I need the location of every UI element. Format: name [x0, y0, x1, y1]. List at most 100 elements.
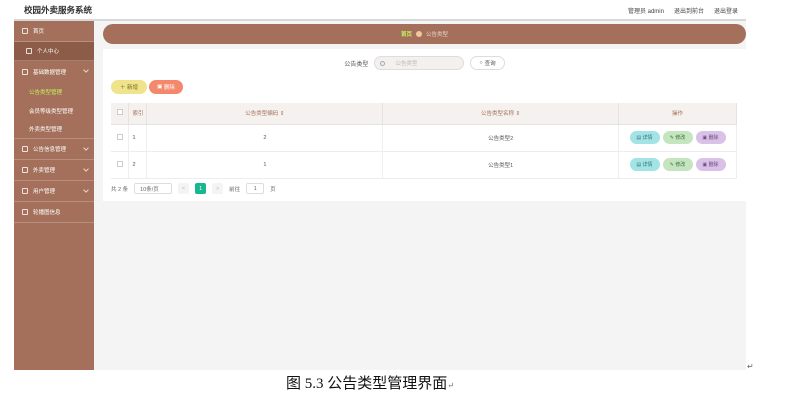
sidebar-subitem-takeout-type[interactable]: 外卖类型管理: [14, 120, 94, 139]
row-checkbox[interactable]: [111, 151, 130, 179]
page-size-value: 10条/页: [140, 186, 159, 193]
query-button[interactable]: ○ 查询: [470, 56, 505, 70]
sidebar: 首页 个人中心 基础数据管理 公告类型管理 会员等级类型管理 外卖类型管理 公告…: [14, 21, 94, 370]
app-screenshot: 校园外卖服务系统 管理员 admin 退出到前台 退出登录 首页 个人中心 基础…: [14, 0, 746, 370]
detail-button-label: 详情: [642, 162, 653, 168]
breadcrumb-current: 公告类型: [426, 32, 449, 38]
checkbox-icon: [116, 133, 123, 140]
app-title: 校园外卖服务系统: [24, 5, 93, 15]
column-header-operation: 操作: [618, 103, 737, 125]
grid-icon: [22, 68, 28, 75]
user-icon: [26, 48, 32, 54]
column-header-code[interactable]: 公告类型编码 ⇕: [146, 103, 384, 125]
notice-type-table: 索引 公告类型编码 ⇕ 公告类型名称 ⇕ 操作 1 2 公告类型2 ▤ 详情 ✎…: [111, 103, 737, 179]
pencil-icon: ✎: [669, 161, 674, 168]
sidebar-item-label: 外卖管理: [33, 168, 56, 174]
figure-caption: 图 5.3 公告类型管理界面↵: [286, 372, 454, 393]
logout-link[interactable]: 退出登录: [714, 6, 738, 15]
goto-page-input[interactable]: 1: [246, 183, 265, 194]
row-code: 2: [146, 124, 384, 152]
sidebar-item-home[interactable]: 首页: [14, 21, 94, 42]
select-all-checkbox[interactable]: [111, 103, 130, 125]
breadcrumb: 首页 公告类型: [103, 24, 746, 44]
sidebar-item-basic-data[interactable]: 基础数据管理: [14, 61, 94, 82]
delete-button[interactable]: ▣ 删除: [695, 158, 726, 171]
edit-button-label: 修改: [675, 162, 686, 168]
column-header-name[interactable]: 公告类型名称 ⇕: [382, 103, 619, 125]
sidebar-subitem-member-level[interactable]: 会员等级类型管理: [14, 101, 94, 120]
breadcrumb-home[interactable]: 首页: [401, 30, 412, 38]
detail-button[interactable]: ▤ 详情: [629, 158, 660, 171]
caption-return-mark: ↵: [447, 381, 454, 390]
sidebar-item-label: 公告信息管理: [33, 147, 67, 153]
row-name: 公告类型2: [382, 124, 619, 152]
trash-icon: ▣: [702, 134, 708, 141]
sidebar-subitem-notice-type[interactable]: 公告类型管理: [14, 82, 94, 101]
page-number-current[interactable]: 1: [195, 183, 207, 194]
detail-button[interactable]: ▤ 详情: [629, 131, 660, 144]
search-label: 公告类型: [344, 61, 369, 68]
add-button-label: 新增: [127, 85, 139, 91]
chevron-down-icon: [83, 187, 89, 193]
go-frontend-link[interactable]: 退出到前台: [674, 6, 704, 15]
home-icon: [22, 28, 28, 34]
column-header-label: 公告类型编码: [245, 111, 279, 118]
table-row: 1 2 公告类型2 ▤ 详情 ✎ 修改 ▣ 删除: [111, 124, 737, 152]
action-row: ＋ 新增 ▣ 删除: [111, 80, 183, 94]
plus-icon: ＋: [119, 85, 126, 91]
top-bar: 校园外卖服务系统 管理员 admin 退出到前台 退出登录: [14, 0, 746, 21]
next-page-button[interactable]: >: [212, 183, 224, 194]
sidebar-item-label: 外卖类型管理: [29, 127, 63, 133]
row-name: 公告类型1: [382, 151, 619, 179]
prev-page-button[interactable]: <: [178, 183, 190, 194]
add-button[interactable]: ＋ 新增: [111, 80, 147, 94]
image-icon: [22, 209, 28, 215]
checkbox-icon: [116, 160, 123, 167]
row-index: 2: [128, 151, 148, 179]
sidebar-item-notice-info[interactable]: 公告信息管理: [14, 139, 94, 160]
search-input[interactable]: 公告类型: [374, 56, 465, 70]
admin-label: 管理员 admin: [627, 9, 664, 15]
sidebar-item-label: 轮播图信息: [33, 210, 61, 216]
sidebar-item-label: 公告类型管理: [29, 89, 63, 96]
edit-button[interactable]: ✎ 修改: [662, 158, 693, 171]
pagination: 共 2 条 10条/页 < 1 > 前往 1 页: [111, 183, 276, 194]
checkbox-icon: [116, 109, 123, 116]
row-actions: ▤ 详情 ✎ 修改 ▣ 删除: [618, 124, 737, 152]
trash-icon: ▣: [702, 161, 708, 168]
caption-text: 图 5.3 公告类型管理界面: [286, 376, 448, 392]
sort-icon: ⇕: [515, 111, 521, 118]
delete-button[interactable]: ▣ 删除: [695, 131, 726, 144]
row-actions: ▤ 详情 ✎ 修改 ▣ 删除: [618, 151, 737, 179]
row-index: 1: [128, 124, 148, 152]
delete-button-label: 删除: [163, 85, 175, 91]
users-icon: [22, 188, 28, 194]
edit-button-label: 修改: [675, 135, 686, 141]
sidebar-item-takeout[interactable]: 外卖管理: [14, 160, 94, 181]
total-count: 共 2 条: [111, 186, 129, 193]
search-icon: ○: [479, 60, 483, 66]
search-icon: [380, 60, 386, 66]
top-links: 管理员 admin 退出到前台 退出登录: [628, 6, 738, 15]
delete-button-label: 删除: [708, 162, 719, 168]
chevron-down-icon: [83, 166, 89, 172]
sidebar-item-label: 基础数据管理: [33, 69, 67, 76]
batch-delete-button[interactable]: ▣ 删除: [149, 80, 183, 94]
detail-button-label: 详情: [642, 135, 653, 141]
sidebar-item-users[interactable]: 用户管理: [14, 181, 94, 202]
edit-button[interactable]: ✎ 修改: [662, 131, 693, 144]
sidebar-item-personal[interactable]: 个人中心: [14, 42, 94, 61]
sidebar-item-label: 会员等级类型管理: [29, 108, 74, 115]
sort-icon: ⇕: [279, 111, 285, 118]
row-checkbox[interactable]: [111, 124, 130, 152]
column-header-index: 索引: [128, 103, 148, 125]
doc-icon: ▤: [636, 134, 642, 141]
bag-icon: [22, 167, 28, 173]
sidebar-item-carousel[interactable]: 轮播图信息: [14, 202, 94, 223]
sidebar-item-label: 个人中心: [37, 49, 60, 55]
page-size-select[interactable]: 10条/页: [134, 183, 173, 194]
delete-button-label: 删除: [708, 135, 719, 141]
table-header-row: 索引 公告类型编码 ⇕ 公告类型名称 ⇕ 操作: [111, 103, 737, 125]
table-row: 2 1 公告类型1 ▤ 详情 ✎ 修改 ▣ 删除: [111, 151, 737, 179]
query-button-label: 查询: [484, 61, 496, 67]
